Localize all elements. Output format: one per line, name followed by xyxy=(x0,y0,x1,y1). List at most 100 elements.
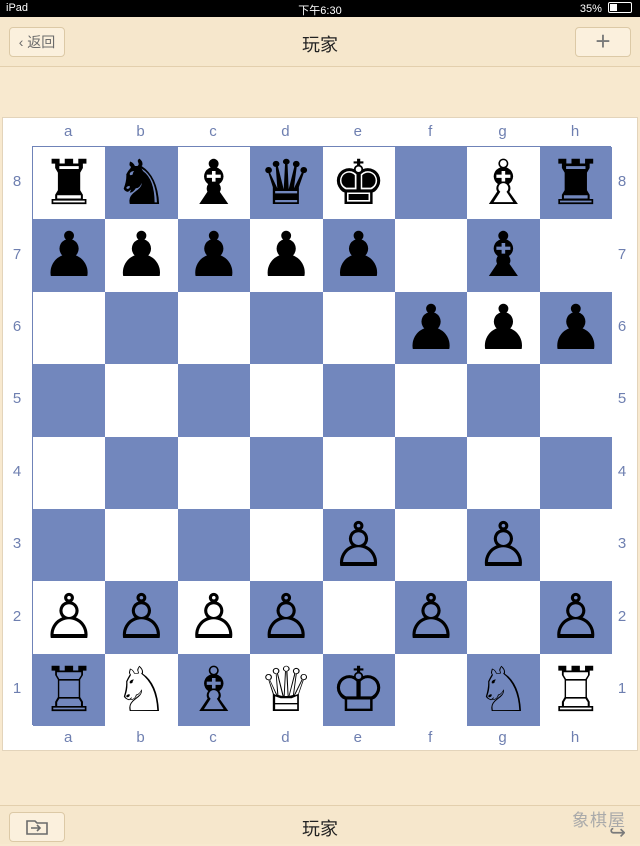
battery-status: 35% xyxy=(580,2,632,15)
square-d5[interactable] xyxy=(250,364,323,437)
black-rook-h8[interactable]: ♜ xyxy=(540,147,612,219)
rank-label-left-3: 3 xyxy=(12,535,22,553)
white-king-e1[interactable]: ♔ xyxy=(323,653,395,726)
square-h4[interactable] xyxy=(539,436,613,509)
square-e2[interactable] xyxy=(322,581,395,654)
rank-label-left-8: 8 xyxy=(12,173,22,191)
rank-label-right-7: 7 xyxy=(617,245,627,263)
square-f8[interactable] xyxy=(395,147,468,220)
square-f7[interactable] xyxy=(395,219,468,292)
share-arrow-icon[interactable]: ↪ xyxy=(609,820,626,845)
navigation-bar: ‹ 返回 玩家 + xyxy=(0,17,640,67)
square-f1[interactable] xyxy=(395,653,468,727)
square-h3[interactable] xyxy=(539,509,613,582)
battery-icon xyxy=(608,2,632,13)
rank-label-right-4: 4 xyxy=(617,462,627,480)
white-pawn-b2[interactable]: ♙ xyxy=(105,581,177,653)
white-queen-d1[interactable]: ♕ xyxy=(250,653,322,726)
white-pawn-a2[interactable]: ♙ xyxy=(33,581,105,653)
white-pawn-f2[interactable]: ♙ xyxy=(395,581,467,653)
chess-board[interactable]: ♜ ♞ ♝ ♛ ♚ ♗ ♜ ♟ ♟ ♟ ♟ ♟ ♝ ♟ ♟ ♟ ♙ ♙ ♙ ♙ ♙ ♙ ♙ ♙ ♖ ♘ ♗ ♕ ♔ ♘ ♖ xyxy=(32,146,613,727)
square-b3[interactable] xyxy=(105,509,178,582)
file-label-top-g: g xyxy=(498,123,507,140)
black-bishop-g7[interactable]: ♝ xyxy=(467,219,539,291)
add-button[interactable]: + xyxy=(575,27,631,57)
square-h5[interactable] xyxy=(539,364,613,437)
white-pawn-e3[interactable]: ♙ xyxy=(323,509,395,581)
black-pawn-h6[interactable]: ♟ xyxy=(540,291,612,364)
rank-label-left-4: 4 xyxy=(12,462,22,480)
bottom-toolbar: 玩家 象棋屋 ↪ xyxy=(0,805,640,844)
file-label-top-f: f xyxy=(428,123,433,140)
square-c5[interactable] xyxy=(177,364,251,437)
rank-label-left-7: 7 xyxy=(12,245,22,263)
black-pawn-f6[interactable]: ♟ xyxy=(395,291,467,364)
white-bishop-c1[interactable]: ♗ xyxy=(178,653,250,726)
square-a3[interactable] xyxy=(33,509,106,582)
white-pawn-d2[interactable]: ♙ xyxy=(250,581,322,653)
square-g5[interactable] xyxy=(467,364,540,437)
file-label-bottom-b: b xyxy=(136,729,145,746)
rank-label-left-1: 1 xyxy=(12,680,22,697)
status-bar: iPad 下午6:30 35% xyxy=(0,0,640,17)
rank-label-right-8: 8 xyxy=(617,173,627,191)
rank-label-right-1: 1 xyxy=(617,680,627,697)
file-label-bottom-g: g xyxy=(498,729,507,746)
white-knight-g1[interactable]: ♘ xyxy=(467,653,539,726)
white-rook-a1[interactable]: ♖ xyxy=(33,653,105,726)
square-d6[interactable] xyxy=(250,291,323,365)
page-title: 玩家 xyxy=(302,35,338,55)
square-d3[interactable] xyxy=(250,509,323,582)
file-label-top-a: a xyxy=(64,123,73,140)
square-c6[interactable] xyxy=(177,291,251,365)
black-queen-d8[interactable]: ♛ xyxy=(250,147,322,219)
file-label-bottom-c: c xyxy=(209,729,217,746)
square-f5[interactable] xyxy=(395,364,468,437)
rank-label-right-6: 6 xyxy=(617,318,627,335)
white-pawn-g3[interactable]: ♙ xyxy=(467,509,539,581)
bottom-title: 玩家 xyxy=(302,819,338,839)
black-pawn-c7[interactable]: ♟ xyxy=(178,219,250,291)
square-e4[interactable] xyxy=(322,436,395,509)
black-bishop-c8[interactable]: ♝ xyxy=(178,147,250,219)
black-rook-a8[interactable]: ♜ xyxy=(33,147,105,219)
black-pawn-b7[interactable]: ♟ xyxy=(105,219,177,291)
black-pawn-a7[interactable]: ♟ xyxy=(33,219,105,291)
file-label-top-c: c xyxy=(209,123,217,140)
square-e5[interactable] xyxy=(322,364,395,437)
black-king-e8[interactable]: ♚ xyxy=(323,147,395,219)
square-f3[interactable] xyxy=(395,509,468,582)
white-bishop-g8[interactable]: ♗ xyxy=(467,147,539,219)
square-e6[interactable] xyxy=(322,291,395,365)
black-pawn-g6[interactable]: ♟ xyxy=(467,291,539,364)
white-rook-h1[interactable]: ♖ xyxy=(540,653,612,726)
file-label-top-d: d xyxy=(281,123,290,140)
rank-label-left-6: 6 xyxy=(12,318,22,335)
square-b4[interactable] xyxy=(105,436,178,509)
white-pawn-h2[interactable]: ♙ xyxy=(540,581,612,653)
rank-label-left-2: 2 xyxy=(12,607,22,625)
black-pawn-e7[interactable]: ♟ xyxy=(323,219,395,291)
square-g4[interactable] xyxy=(467,436,540,509)
square-a5[interactable] xyxy=(33,364,106,437)
board-panel: abcdefghabcdefgh8765432187654321 ♜ ♞ ♝ ♛ ♚ ♗ ♜… xyxy=(2,117,638,751)
file-label-bottom-d: d xyxy=(281,729,290,746)
square-c4[interactable] xyxy=(177,436,251,509)
square-g2[interactable] xyxy=(467,581,540,654)
file-label-bottom-a: a xyxy=(64,729,73,746)
square-a6[interactable] xyxy=(33,291,106,365)
square-d4[interactable] xyxy=(250,436,323,509)
file-label-top-h: h xyxy=(570,123,580,140)
file-label-bottom-e: e xyxy=(353,729,362,746)
black-pawn-d7[interactable]: ♟ xyxy=(250,219,322,291)
square-a4[interactable] xyxy=(33,436,106,509)
square-f4[interactable] xyxy=(395,436,468,509)
square-b6[interactable] xyxy=(105,291,178,365)
black-knight-b8[interactable]: ♞ xyxy=(105,147,177,219)
square-b5[interactable] xyxy=(105,364,178,437)
square-h7[interactable] xyxy=(539,219,613,292)
white-knight-b1[interactable]: ♘ xyxy=(105,653,177,726)
square-c3[interactable] xyxy=(177,509,251,582)
status-time: 下午6:30 xyxy=(298,5,342,17)
white-pawn-c2[interactable]: ♙ xyxy=(178,581,250,653)
